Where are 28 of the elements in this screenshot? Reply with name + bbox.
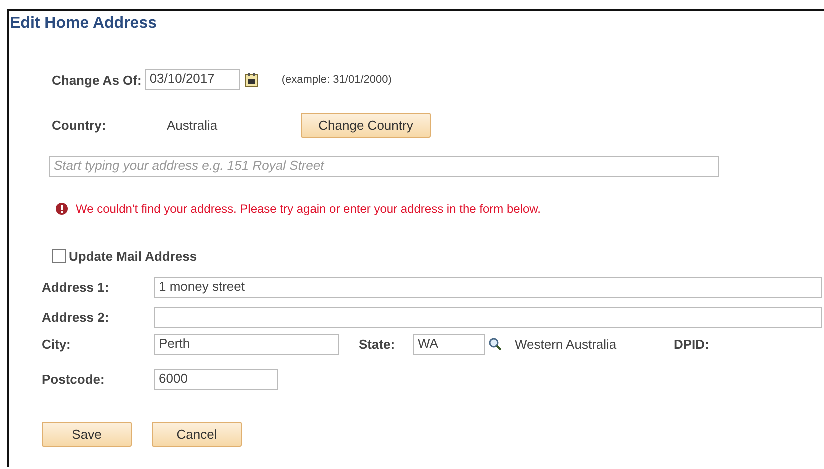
state-name: Western Australia <box>515 337 618 352</box>
city-field[interactable]: Perth <box>154 334 339 355</box>
address-2-field[interactable] <box>154 307 822 328</box>
date-field[interactable]: 03/10/2017 <box>144 69 240 90</box>
field-label: Address 2: <box>42 310 110 325</box>
search-icon[interactable] <box>489 338 502 351</box>
change-country-button[interactable]: Change Country <box>301 112 431 138</box>
field-label: DPID: <box>674 337 710 352</box>
field-label: City: <box>42 337 72 352</box>
date-format-hint: (example: 31/01/2000) <box>282 74 392 86</box>
postcode-field[interactable]: 6000 <box>154 369 278 390</box>
address-1-field[interactable]: 1 money street <box>154 277 822 298</box>
field-label: Address 1: <box>42 280 110 295</box>
save-button[interactable]: Save <box>42 422 132 447</box>
update-mail-checkbox[interactable] <box>52 249 66 263</box>
error-icon <box>56 203 68 215</box>
field-label: Postcode: <box>42 372 106 387</box>
address-search-field[interactable]: Start typing your address e.g. 151 Royal Street <box>49 156 719 177</box>
field-label: Change As Of: <box>52 72 142 88</box>
page-title: Edit Home Address <box>10 15 158 33</box>
calendar-icon[interactable] <box>244 73 258 87</box>
country-value: Australia <box>167 118 219 132</box>
state-field[interactable]: WA <box>413 334 485 355</box>
checkbox-label: Update Mail Address <box>69 248 198 264</box>
error-message: We couldn't find your address. Please try again or enter your address in the form below. <box>76 202 541 216</box>
cancel-button[interactable]: Cancel <box>152 422 242 447</box>
field-label: State: <box>359 337 396 352</box>
field-label: Country: <box>52 118 108 132</box>
